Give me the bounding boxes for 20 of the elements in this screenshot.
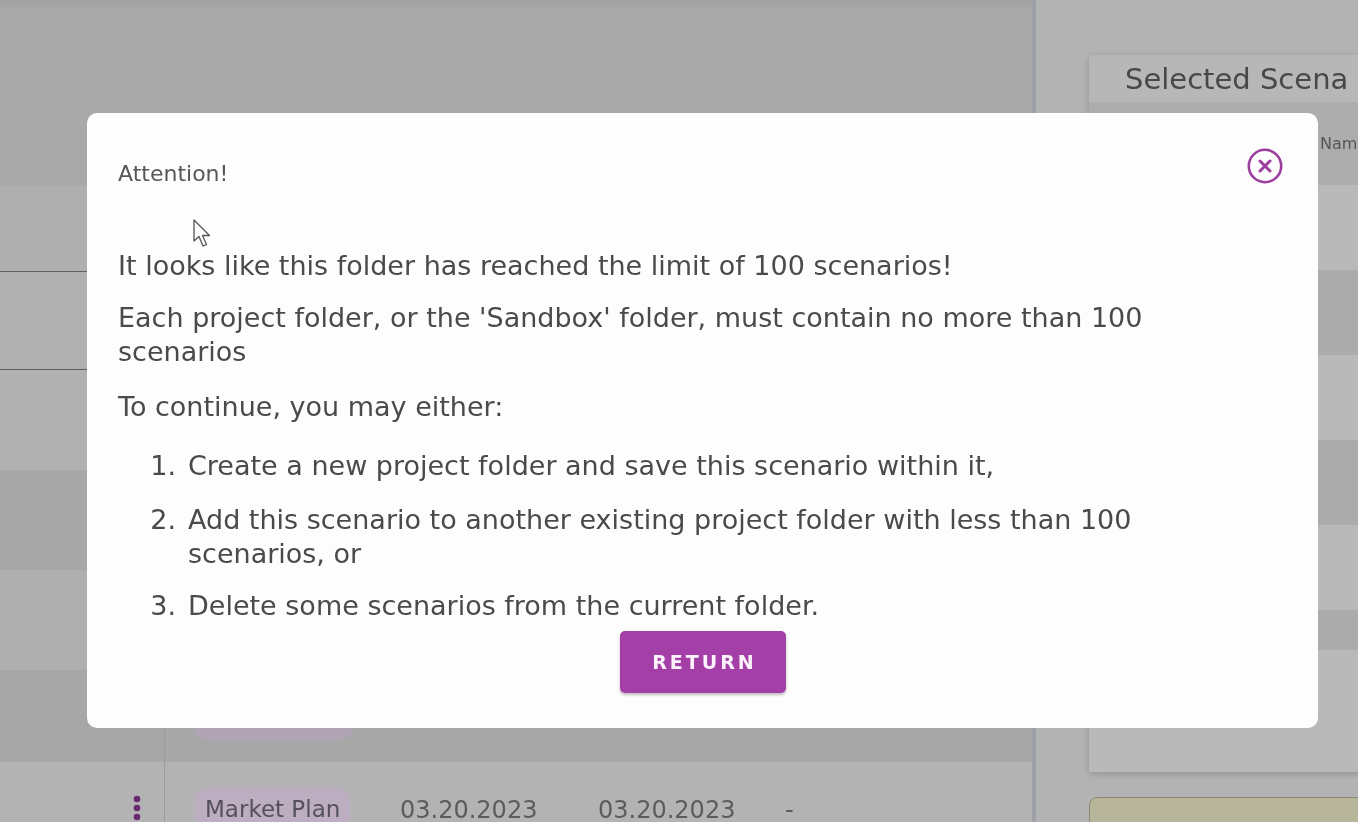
message-text: Each project folder, or the 'Sandbox' folder, must contain no more than 100 scenarios [118, 301, 1144, 369]
step-number: 1. [149, 449, 176, 483]
panel-title: Selected Scena [1125, 61, 1349, 96]
kebab-menu-icon[interactable] [133, 795, 141, 821]
step-text: Delete some scenarios from the current folder. [188, 589, 820, 623]
return-button[interactable]: RETURN [620, 631, 786, 693]
message-text: To continue, you may either: [118, 390, 505, 424]
mouse-pointer-icon [193, 219, 213, 248]
step-number: 2. [149, 503, 176, 537]
step-text: Add this scenario to another existing project folder with less than 100 scenarios, or [188, 503, 1133, 571]
step-text: Create a new project folder and save this scenario within it, [188, 449, 995, 483]
table-cell-text: 03.20.2023 [598, 795, 737, 822]
column-header: Nam [1320, 134, 1358, 153]
table-cell-text: - [785, 795, 794, 822]
dialog-title: Attention! [118, 160, 229, 188]
scenario-tag: Market Plan [195, 788, 351, 822]
table-cell-text: 03.20.2023 [400, 795, 539, 822]
step-number: 3. [149, 589, 176, 623]
close-icon[interactable] [1247, 148, 1283, 184]
message-text: It looks like this folder has reached the limit of 100 scenarios! [118, 249, 954, 283]
